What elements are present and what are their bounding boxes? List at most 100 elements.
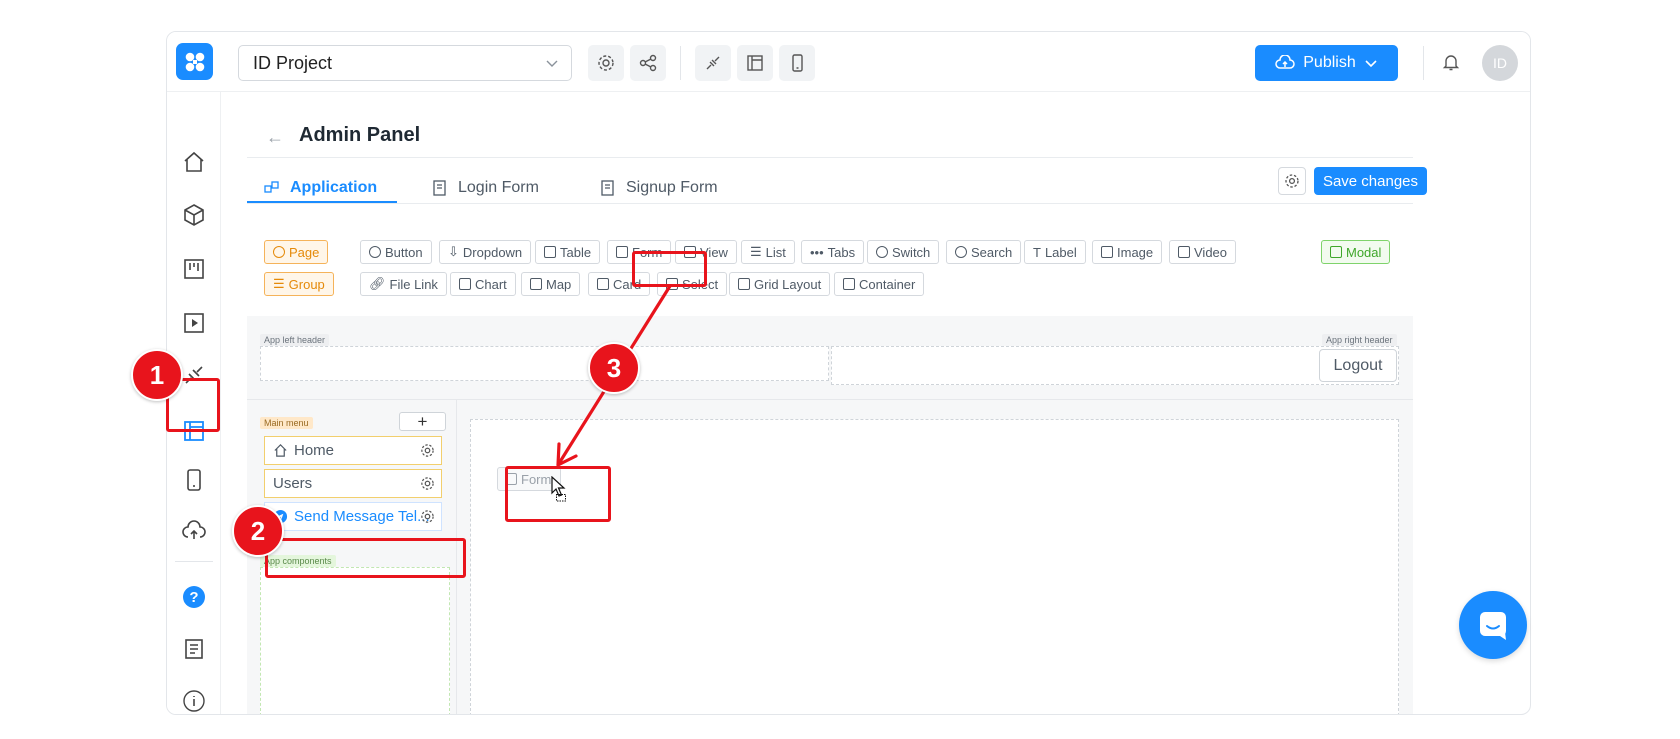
menu-item-label: Home	[294, 442, 335, 459]
component-chart[interactable]: Chart	[450, 272, 516, 296]
text-icon: T	[1033, 244, 1041, 260]
component-dropdown[interactable]: ⇩ Dropdown	[439, 240, 532, 264]
component-button[interactable]: Button	[360, 240, 432, 264]
publish-button[interactable]: Publish	[1255, 45, 1398, 81]
cloud-upload-icon[interactable]	[181, 518, 207, 544]
component-group[interactable]: ☰ Group	[264, 272, 334, 296]
component-modal[interactable]: Modal	[1321, 240, 1391, 264]
table-icon	[544, 246, 556, 258]
kanban-icon[interactable]	[181, 256, 207, 282]
form-icon	[616, 246, 628, 258]
avatar[interactable]: ID	[1482, 45, 1518, 81]
tab-label: Signup Form	[626, 179, 718, 196]
project-select[interactable]: ID Project	[238, 45, 572, 81]
components-icon	[264, 181, 279, 193]
component-tabs[interactable]: ••• Tabs	[801, 240, 865, 264]
switch-icon	[876, 246, 888, 258]
tab-application[interactable]: Application	[264, 179, 377, 197]
video-icon	[1178, 246, 1190, 258]
page-icon	[273, 246, 285, 258]
project-name: ID Project	[253, 52, 333, 73]
step-marker-1: 1	[131, 349, 183, 401]
chart-icon	[459, 278, 471, 290]
chat-widget-button[interactable]	[1459, 591, 1527, 659]
share-button[interactable]	[630, 45, 666, 81]
component-page[interactable]: Page	[264, 240, 329, 264]
link-icon: 🔗︎	[369, 276, 386, 291]
publish-label: Publish	[1303, 54, 1356, 71]
right-header-dropzone[interactable]	[831, 346, 1399, 385]
menu-item-label: Send Message Tel...	[294, 508, 430, 525]
sidebar-divider	[175, 561, 213, 562]
main-area: ← Admin Panel Application Login Form Sig…	[222, 93, 1530, 714]
mobile-icon[interactable]	[181, 467, 207, 493]
component-video[interactable]: Video	[1169, 240, 1237, 264]
app-window: ID Project Publish ID ? ← Admin Panel Ap…	[166, 31, 1531, 715]
app-components-dropzone[interactable]	[260, 567, 450, 714]
button-icon	[369, 246, 381, 258]
chevron-down-icon	[1365, 60, 1377, 68]
gear-icon[interactable]	[420, 509, 435, 524]
gear-icon[interactable]	[420, 476, 435, 491]
toolbar-divider	[680, 46, 681, 80]
grid-icon	[738, 278, 750, 290]
cloud-upload-icon	[1275, 55, 1295, 69]
integrations-button[interactable]	[695, 45, 731, 81]
component-container[interactable]: Container	[834, 272, 925, 296]
tab-signup-form[interactable]: Signup Form	[600, 179, 718, 197]
settings-button[interactable]	[588, 45, 624, 81]
left-header-tag: App left header	[260, 334, 330, 346]
layout-button[interactable]	[737, 45, 773, 81]
tab-label: Application	[290, 179, 378, 196]
tabs-divider	[247, 203, 1413, 204]
app-logo[interactable]	[176, 43, 213, 80]
menu-item-home[interactable]: Home	[264, 436, 442, 465]
book-icon[interactable]	[181, 636, 207, 662]
component-list[interactable]: ☰ List	[741, 240, 795, 264]
component-grid-layout[interactable]: Grid Layout	[729, 272, 831, 296]
main-menu-tag: Main menu	[260, 417, 313, 429]
component-label[interactable]: T Label	[1024, 240, 1086, 264]
title-divider	[247, 157, 1413, 158]
form-icon	[601, 180, 614, 196]
component-file-link[interactable]: 🔗︎ File Link	[360, 272, 447, 296]
menu-item-users[interactable]: Users	[264, 469, 442, 498]
component-table[interactable]: Table	[535, 240, 601, 264]
image-icon	[1101, 246, 1113, 258]
search-icon	[955, 246, 967, 258]
arrow-down-icon: ⇩	[448, 244, 459, 259]
list-icon: ☰	[750, 244, 762, 259]
share-icon	[639, 54, 657, 72]
component-search[interactable]: Search	[946, 240, 1022, 264]
play-icon[interactable]	[181, 310, 207, 336]
menu-item-send-message[interactable]: Send Message Tel...	[264, 502, 442, 531]
cube-icon[interactable]	[181, 202, 207, 228]
chevron-down-icon	[546, 60, 558, 67]
mobile-preview-button[interactable]	[779, 45, 815, 81]
save-changes-button[interactable]: Save changes	[1314, 167, 1427, 195]
help-icon[interactable]: ?	[181, 584, 207, 610]
layout-icon	[747, 55, 763, 71]
container-icon	[843, 278, 855, 290]
form-icon	[433, 180, 446, 196]
page-title: Admin Panel	[299, 124, 421, 146]
home-icon[interactable]	[181, 149, 207, 175]
bell-icon[interactable]	[1440, 51, 1462, 78]
toolbar-divider	[1423, 46, 1424, 80]
logout-button[interactable]: Logout	[1319, 349, 1397, 382]
canvas-divider	[247, 399, 1413, 400]
chat-icon	[1480, 612, 1506, 640]
component-image[interactable]: Image	[1092, 240, 1163, 264]
tab-login-form[interactable]: Login Form	[432, 179, 539, 197]
back-arrow-icon[interactable]: ←	[266, 127, 284, 148]
info-icon[interactable]	[181, 688, 207, 714]
gear-icon	[598, 55, 614, 71]
dots-icon: •••	[810, 244, 824, 260]
gear-icon[interactable]	[420, 443, 435, 458]
step-marker-3: 3	[588, 342, 640, 394]
component-switch[interactable]: Switch	[867, 240, 940, 264]
top-bar: ID Project Publish ID	[167, 32, 1530, 92]
svg-text:?: ?	[189, 589, 198, 606]
add-menu-item-button[interactable]: +	[399, 412, 446, 431]
app-settings-button[interactable]	[1278, 167, 1306, 195]
